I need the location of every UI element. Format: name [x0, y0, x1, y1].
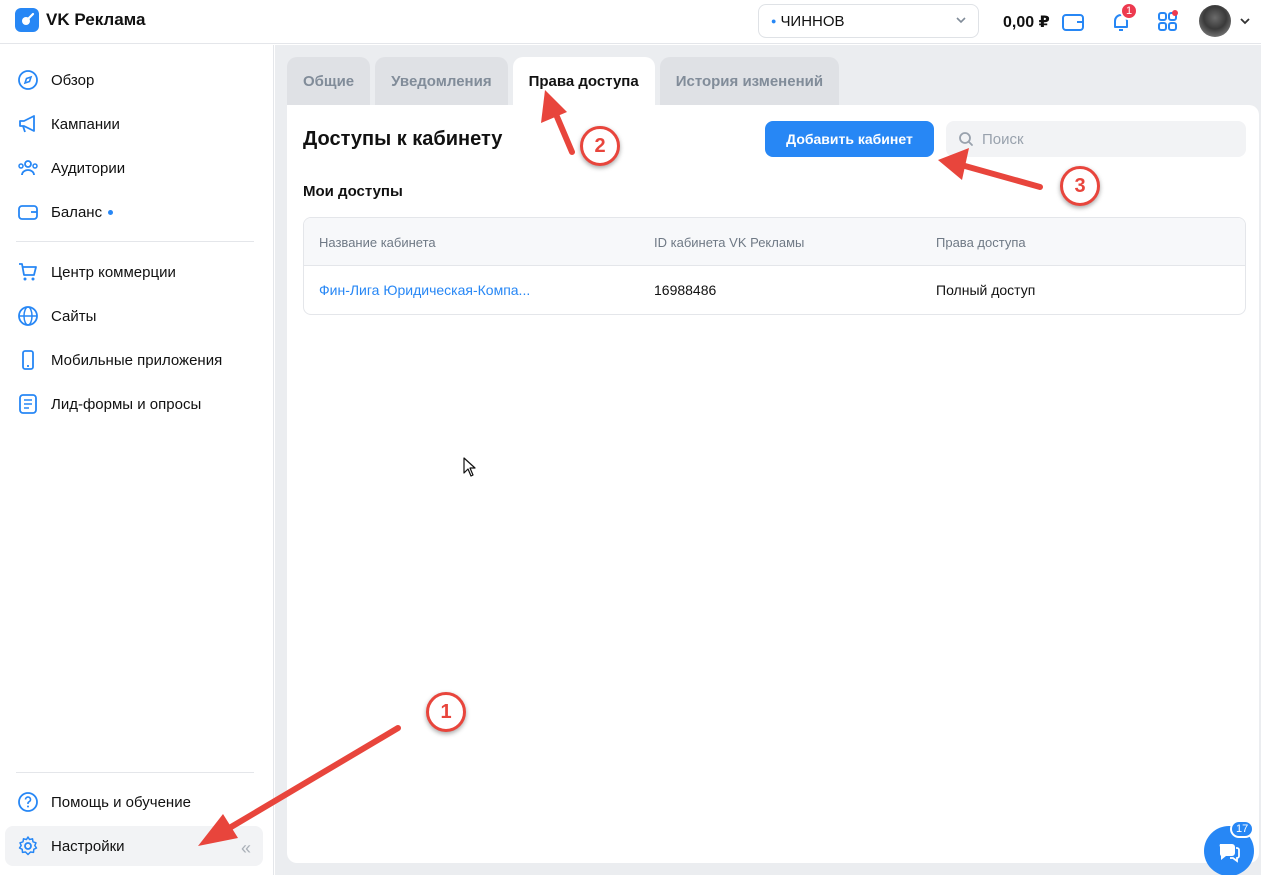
balance-amount[interactable]: 0,00 ₽: [1003, 12, 1050, 32]
users-icon: [17, 157, 39, 179]
sidebar-item-label: Настройки: [51, 837, 125, 855]
search-box[interactable]: [946, 121, 1246, 157]
tab-change-history[interactable]: История изменений: [659, 57, 840, 105]
sidebar-item-commerce[interactable]: Центр коммерции: [5, 252, 263, 292]
sidebar-divider: [16, 772, 254, 773]
gear-icon: [17, 835, 39, 857]
column-header: ID кабинета VK Рекламы: [654, 234, 805, 250]
avatar[interactable]: [1199, 5, 1231, 37]
sidebar-item-campaigns[interactable]: Кампании: [5, 104, 263, 144]
notifications-badge: 1: [1120, 2, 1138, 20]
chat-unread-badge: 17: [1230, 820, 1255, 838]
settings-tabs: Общие Уведомления Права доступа История …: [287, 57, 840, 105]
sidebar-item-audiences[interactable]: Аудитории: [5, 148, 263, 188]
wallet-icon: [17, 201, 39, 223]
tab-access-rights[interactable]: Права доступа: [512, 57, 655, 105]
globe-icon: [17, 305, 39, 327]
access-level: Полный доступ: [936, 282, 1036, 298]
vk-ads-logo-icon: [15, 8, 39, 32]
sidebar-item-label: Центр коммерции: [51, 263, 176, 281]
chat-icon: [1219, 844, 1240, 863]
account-name: ЧИННОВ: [780, 12, 845, 30]
person-icon: ●: [771, 16, 777, 26]
sidebar-item-label: Мобильные приложения: [51, 351, 223, 369]
add-cabinet-button[interactable]: Добавить кабинет: [765, 121, 934, 157]
search-icon: [959, 132, 973, 146]
sidebar-item-help[interactable]: Помощь и обучение: [5, 782, 263, 822]
table-row[interactable]: Фин-Лига Юридическая-Компа... 16988486 П…: [304, 266, 1245, 314]
megaphone-icon: [17, 113, 39, 135]
sidebar-item-balance[interactable]: Баланс: [5, 192, 263, 232]
top-header: VK Реклама ● ЧИННОВ 0,00 ₽ 1: [0, 0, 1261, 44]
sidebar-item-settings[interactable]: Настройки «: [5, 826, 263, 866]
sidebar-item-label: Кампании: [51, 115, 120, 133]
sidebar: Обзор Кампании Аудитории Баланс Центр ко…: [0, 45, 274, 875]
sidebar-item-label: Баланс: [51, 203, 103, 221]
sidebar-item-label: Лид-формы и опросы: [51, 395, 202, 413]
column-header: Название кабинета: [319, 234, 436, 250]
list-icon: [17, 393, 39, 415]
table-header: Название кабинета ID кабинета VK Рекламы…: [304, 218, 1245, 266]
chevron-down-icon[interactable]: [1238, 14, 1252, 28]
collapse-sidebar-icon[interactable]: «: [241, 838, 251, 859]
sidebar-divider: [16, 241, 254, 242]
cabinet-name-link[interactable]: Фин-Лига Юридическая-Компа...: [319, 266, 530, 314]
apps-indicator-dot: [1172, 10, 1178, 16]
search-input[interactable]: [982, 130, 1222, 148]
annotation-marker-3: 3: [1060, 166, 1100, 206]
mouse-cursor-icon: [463, 457, 476, 477]
balance-indicator-dot: [108, 209, 114, 215]
column-header: Права доступа: [936, 234, 1026, 250]
sidebar-item-mobile-apps[interactable]: Мобильные приложения: [5, 340, 263, 380]
compass-icon: [17, 69, 39, 91]
cabinet-id: 16988486: [654, 282, 717, 298]
sidebar-item-lead-forms[interactable]: Лид-формы и опросы: [5, 384, 263, 424]
sidebar-item-label: Обзор: [51, 71, 95, 89]
sidebar-item-label: Сайты: [51, 307, 97, 325]
my-access-heading: Мои доступы: [303, 183, 403, 200]
page-title: Доступы к кабинету: [303, 128, 503, 150]
app-logo[interactable]: VK Реклама: [15, 8, 146, 32]
access-table: Название кабинета ID кабинета VK Рекламы…: [303, 217, 1246, 315]
wallet-icon[interactable]: [1060, 9, 1086, 35]
annotation-marker-2: 2: [580, 126, 620, 166]
access-panel: Доступы к кабинету Добавить кабинет Мои …: [287, 105, 1259, 863]
chevron-down-icon: [956, 17, 966, 24]
account-selector[interactable]: ● ЧИННОВ: [758, 4, 979, 38]
tab-general[interactable]: Общие: [287, 57, 371, 105]
sidebar-item-sites[interactable]: Сайты: [5, 296, 263, 336]
tab-notifications[interactable]: Уведомления: [375, 57, 508, 105]
annotation-marker-1: 1: [426, 692, 466, 732]
sidebar-item-label: Аудитории: [51, 159, 126, 177]
sidebar-item-overview[interactable]: Обзор: [5, 60, 263, 100]
cart-icon: [17, 261, 39, 283]
phone-icon: [17, 349, 39, 371]
app-title: VK Реклама: [46, 10, 146, 29]
sidebar-item-label: Помощь и обучение: [51, 793, 191, 811]
help-icon: [17, 791, 39, 813]
